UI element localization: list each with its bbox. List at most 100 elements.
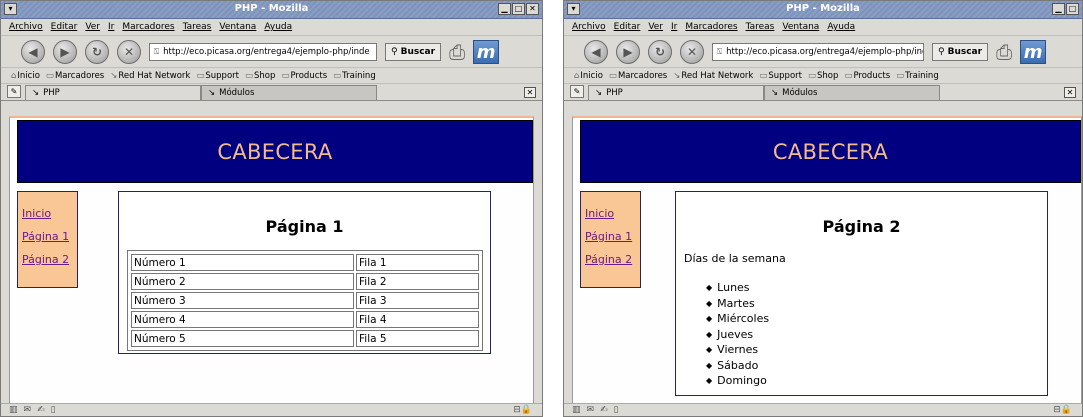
forward-icon[interactable]: ▶ [53,39,77,64]
address-book-icon[interactable]: ▯ [614,405,619,415]
menu-ventana[interactable]: Ventana [782,22,819,32]
new-tab-icon[interactable]: ✎ [7,85,21,98]
bookmark-training[interactable]: ▭Training [333,71,376,81]
navigator-icon[interactable]: ▥ [572,405,581,415]
menu-editar[interactable]: Editar [51,22,78,32]
bookmark-redhat[interactable]: ↘Red Hat Network [110,71,190,81]
menu-editar[interactable]: Editar [614,22,641,32]
back-icon[interactable]: ◀ [21,39,45,64]
sidebar-link-inicio[interactable]: Inicio [585,207,640,220]
bookmark-redhat[interactable]: ↘Red Hat Network [673,71,753,81]
bookmark-training[interactable]: ▭Training [896,71,939,81]
sidebar-menu: Inicio Página 1 Página 2 [17,191,78,288]
sidebar-link-pagina-2[interactable]: Página 2 [22,253,77,266]
tab-php[interactable]: ↘ PHP [588,85,764,100]
list-item: Jueves [706,328,786,344]
tab-modulos[interactable]: ↘ Módulos [201,85,377,100]
sidebar-link-pagina-2[interactable]: Página 2 [585,253,640,266]
mozilla-logo-icon[interactable]: m [1020,39,1047,64]
menu-ir[interactable]: Ir [108,22,114,32]
sidebar-link-inicio[interactable]: Inicio [22,207,77,220]
menu-ayuda[interactable]: Ayuda [827,22,855,32]
tab-php[interactable]: ↘ PHP [25,85,201,100]
bookmark-shop[interactable]: ▭Shop [245,71,275,81]
bookmark-support[interactable]: ▭Support [759,71,802,81]
print-icon[interactable]: ⎙ [996,40,1012,64]
print-icon[interactable]: ⎙ [449,40,465,64]
search-button[interactable]: ⚲ Buscar [932,42,989,61]
minimize-icon[interactable]: ▁ [1052,3,1065,15]
minimize-icon[interactable]: ▁ [498,3,511,15]
bookmark-home[interactable]: ⌂Inicio [574,71,603,81]
menu-marcadores[interactable]: Marcadores [685,22,737,32]
mail-icon[interactable]: ✉ [587,405,595,415]
bookmark-marcadores[interactable]: ▭Marcadores [46,71,104,81]
list-item: Martes [706,297,786,313]
menu-marcadores[interactable]: Marcadores [122,22,174,32]
page-content: CABECERA Inicio Página 1 Página 2 Página… [9,116,534,405]
bookmark-home[interactable]: ⌂Inicio [11,71,40,81]
reload-icon[interactable]: ↻ [85,39,109,64]
browser-window-right: ▾ PHP - Mozilla ▁ □ Archivo Editar Ver I… [563,0,1083,417]
maximize-icon[interactable]: □ [512,3,525,15]
menu-ayuda[interactable]: Ayuda [264,22,292,32]
url-field[interactable]: ⍂ http://eco.picasa.org/entrega4/ejemplo… [712,42,924,61]
close-icon[interactable]: ✕ [526,3,539,15]
url-field[interactable]: ⍂ http://eco.picasa.org/entrega4/ejemplo… [149,42,377,61]
weekday-list: Lunes Martes Miércoles Jueves Viernes Sá… [706,281,786,390]
page-content: CABECERA Inicio Página 1 Página 2 Página… [572,116,1082,405]
tab-modulos[interactable]: ↘ Módulos [764,85,940,100]
table-row: Número 5 Fila 5 [131,330,479,347]
window-title: PHP - Mozilla [234,3,309,14]
menu-ventana[interactable]: Ventana [219,22,256,32]
composer-icon[interactable]: ✍ [600,405,608,415]
folder-icon: ▭ [608,70,617,81]
address-book-icon[interactable]: ▯ [51,405,56,415]
title-bar[interactable]: ▾ PHP - Mozilla ▁ □ [564,1,1082,19]
window-title: PHP - Mozilla [786,3,860,14]
forward-icon[interactable]: ▶ [616,39,640,64]
maximize-icon[interactable]: □ [1066,3,1079,15]
menu-ver[interactable]: Ver [85,22,100,32]
menu-archivo[interactable]: Archivo [572,22,606,32]
stop-icon[interactable]: ✕ [680,39,704,64]
menu-bar: Archivo Editar Ver Ir Marcadores Tareas … [564,19,1082,36]
list-item: Sábado [706,359,786,375]
title-bar[interactable]: ▾ PHP - Mozilla ▁ □ ✕ [1,1,542,19]
bookmark-products[interactable]: ▭Products [281,71,327,81]
composer-icon[interactable]: ✍ [37,405,45,415]
search-icon: ⚲ [938,46,945,57]
mail-icon[interactable]: ✉ [24,405,32,415]
search-button[interactable]: ⚲ Buscar [385,42,442,61]
back-icon[interactable]: ◀ [584,39,608,64]
menu-ver[interactable]: Ver [648,22,663,32]
stop-icon[interactable]: ✕ [117,39,141,64]
close-tab-icon[interactable]: ✕ [524,87,536,98]
folder-icon: ▭ [281,70,290,81]
navigator-icon[interactable]: ▥ [9,405,18,415]
bookmark-products[interactable]: ▭Products [844,71,890,81]
menu-archivo[interactable]: Archivo [9,22,43,32]
menu-tareas[interactable]: Tareas [183,22,212,32]
close-tab-icon[interactable]: ✕ [1064,87,1076,98]
sidebar-link-pagina-1[interactable]: Página 1 [22,230,77,243]
status-bar: ▥ ✉ ✍ ▯ ⊟🔒 [1,403,542,416]
new-tab-icon[interactable]: ✎ [570,85,584,98]
bookmark-shop[interactable]: ▭Shop [808,71,838,81]
menu-tareas[interactable]: Tareas [746,22,775,32]
bookmarks-toolbar: ⌂Inicio ▭Marcadores ↘Red Hat Network ▭Su… [564,68,1082,84]
list-item: Miércoles [706,312,786,328]
bookmark-marcadores[interactable]: ▭Marcadores [609,71,667,81]
reload-icon[interactable]: ↻ [648,39,672,64]
table-row: Número 4 Fila 4 [131,311,479,328]
search-icon: ⚲ [391,46,398,57]
sidebar-link-pagina-1[interactable]: Página 1 [585,230,640,243]
mozilla-logo-icon[interactable]: m [473,39,500,64]
bookmark-support[interactable]: ▭Support [196,71,239,81]
menu-ir[interactable]: Ir [671,22,677,32]
folder-icon: ▭ [333,70,342,81]
page-header: CABECERA [17,120,533,183]
security-icon[interactable]: ⊟🔒 [513,405,532,415]
list-item: Viernes [706,343,786,359]
security-icon[interactable]: ⊟🔒 [1053,405,1072,415]
